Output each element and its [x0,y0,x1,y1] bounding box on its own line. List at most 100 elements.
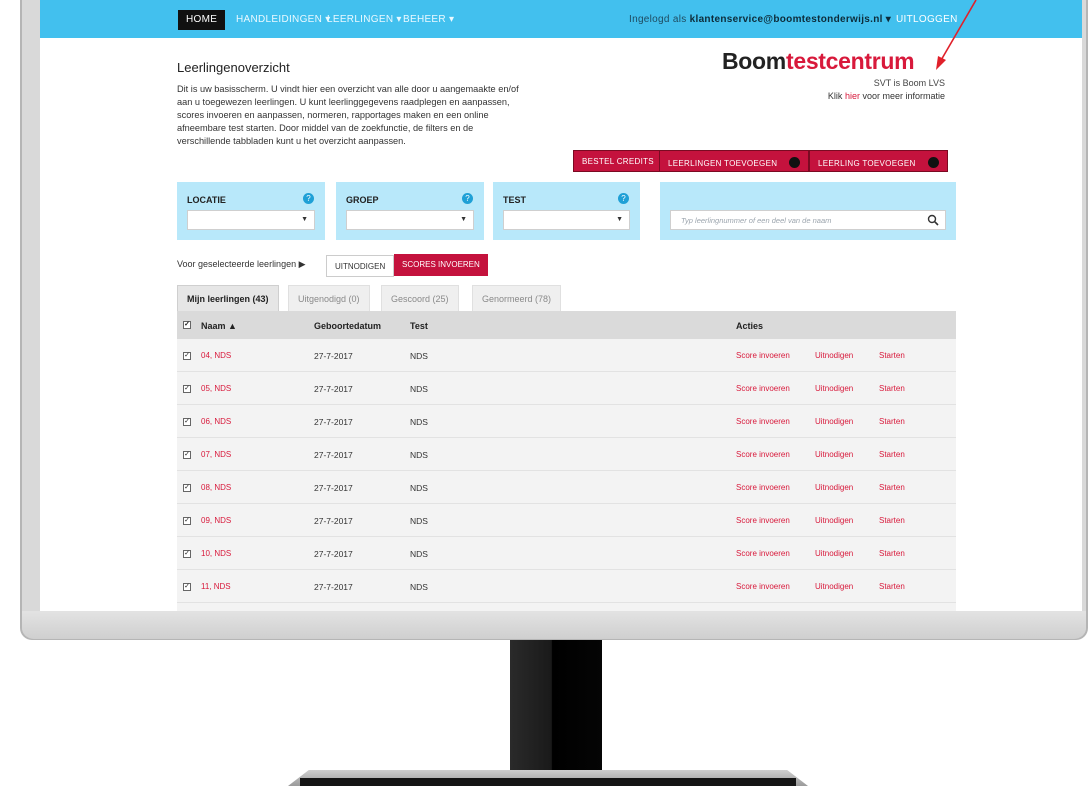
filter-locatie-label: LOCATIE [187,195,226,205]
table-row: ✓ 08, NDS 27-7-2017 NDS Score invoeren U… [177,471,956,504]
table-row: ✓ 06, NDS 27-7-2017 NDS Score invoeren U… [177,405,956,438]
starten-link[interactable]: Starten [879,450,905,459]
starten-link[interactable]: Starten [879,384,905,393]
row-checkbox[interactable]: ✓ [183,484,191,492]
student-name-link[interactable]: 07, NDS [201,450,231,459]
nav-handleidingen[interactable]: HANDLEIDINGEN ▾ [236,14,331,25]
table-row: ✓ 07, NDS 27-7-2017 NDS Score invoeren U… [177,438,956,471]
student-name-link[interactable]: 04, NDS [201,351,231,360]
student-name-link[interactable]: 09, NDS [201,516,231,525]
filter-groep: GROEP ? ▼ [336,182,484,240]
filter-test-label: TEST [503,195,527,205]
uitnodigen-button[interactable]: UITNODIGEN [326,255,395,277]
row-checkbox[interactable]: ✓ [183,583,191,591]
score-invoeren-link[interactable]: Score invoeren [736,417,790,426]
student-name-link[interactable]: 10, NDS [201,549,231,558]
tab-genormeerd[interactable]: Genormeerd (78) [472,285,562,311]
test-name: NDS [410,417,428,427]
nav-beheer[interactable]: BEHEER ▾ [403,14,454,25]
student-name-link[interactable]: 06, NDS [201,417,231,426]
search-panel: Typ leerlingnummer of een deel van de na… [660,182,956,240]
score-invoeren-link[interactable]: Score invoeren [736,483,790,492]
birth-date: 27-7-2017 [314,549,353,559]
student-name-link[interactable]: 08, NDS [201,483,231,492]
uitnodigen-link[interactable]: Uitnodigen [815,351,853,360]
locatie-select[interactable]: ▼ [187,210,315,230]
birth-date: 27-7-2017 [314,351,353,361]
leerlingen-toevoegen-button[interactable]: LEERLINGEN TOEVOEGEN [659,150,810,172]
birth-date: 27-7-2017 [314,384,353,394]
logo-red: testcentrum [785,48,915,74]
uitnodigen-link[interactable]: Uitnodigen [815,516,853,525]
col-name-header[interactable]: Naam ▲ [201,321,237,331]
test-name: NDS [410,549,428,559]
row-checkbox[interactable]: ✓ [183,352,191,360]
tab-gescoord[interactable]: Gescoord (25) [381,285,459,311]
row-checkbox[interactable]: ✓ [183,418,191,426]
uitnodigen-link[interactable]: Uitnodigen [815,549,853,558]
starten-link[interactable]: Starten [879,549,905,558]
row-checkbox[interactable]: ✓ [183,550,191,558]
uitnodigen-link[interactable]: Uitnodigen [815,417,853,426]
score-invoeren-link[interactable]: Score invoeren [736,549,790,558]
brand-logo: Boomtestcentrum [722,48,915,75]
table-row: ✓ 09, NDS 27-7-2017 NDS Score invoeren U… [177,504,956,537]
nav-user-prefix: Ingelogd als [629,14,687,25]
uitnodigen-link[interactable]: Uitnodigen [815,483,853,492]
row-checkbox[interactable]: ✓ [183,451,191,459]
screen: HOME HANDLEIDINGEN ▾ LEERLINGEN ▾ BEHEER… [40,0,1082,611]
starten-link[interactable]: Starten [879,516,905,525]
nav-logout[interactable]: UITLOGGEN [896,14,958,25]
tab-mijn-leerlingen[interactable]: Mijn leerlingen (43) [177,285,279,311]
select-all-checkbox[interactable]: ✓ [183,321,191,329]
caret-down-icon: ▼ [301,216,308,223]
filter-locatie: LOCATIE ? ▼ [177,182,325,240]
col-date-header: Geboortedatum [314,321,382,331]
uitnodigen-link[interactable]: Uitnodigen [815,384,853,393]
info-link-here[interactable]: hier [845,91,860,101]
bestel-credits-button[interactable]: BESTEL CREDITS [573,150,663,172]
score-invoeren-link[interactable]: Score invoeren [736,450,790,459]
nav-home[interactable]: HOME [178,10,226,30]
birth-date: 27-7-2017 [314,582,353,592]
test-select[interactable]: ▼ [503,210,630,230]
starten-link[interactable]: Starten [879,351,905,360]
row-checkbox[interactable]: ✓ [183,385,191,393]
student-name-link[interactable]: 11, NDS [201,582,231,591]
nav-user-menu[interactable]: Ingelogd als klantenservice@boomtestonde… [629,14,891,25]
col-actions-header: Acties [736,321,764,331]
help-icon[interactable]: ? [462,193,473,204]
selection-label: Voor geselecteerde leerlingen ▶ [177,259,306,269]
nav-leerlingen[interactable]: LEERLINGEN ▾ [327,14,402,25]
search-input[interactable]: Typ leerlingnummer of een deel van de na… [670,210,946,230]
test-name: NDS [410,516,428,526]
info-link-post: voor meer informatie [862,91,945,101]
starten-link[interactable]: Starten [879,417,905,426]
score-invoeren-link[interactable]: Score invoeren [736,384,790,393]
starten-link[interactable]: Starten [879,582,905,591]
uitnodigen-link[interactable]: Uitnodigen [815,582,853,591]
leerlingen-toevoegen-label: LEERLINGEN TOEVOEGEN [668,159,778,168]
monitor-bezel [22,611,1086,639]
help-icon[interactable]: ? [618,193,629,204]
leerling-toevoegen-button[interactable]: LEERLING TOEVOEGEN [809,150,948,172]
test-name: NDS [410,582,428,592]
search-placeholder: Typ leerlingnummer of een deel van de na… [681,216,832,225]
student-name-link[interactable]: 05, NDS [201,384,231,393]
score-invoeren-link[interactable]: Score invoeren [736,516,790,525]
score-invoeren-link[interactable]: Score invoeren [736,351,790,360]
test-name: NDS [410,483,428,493]
tab-uitgenodigd[interactable]: Uitgenodigd (0) [288,285,370,311]
scores-invoeren-button[interactable]: SCORES INVOEREN [394,254,488,276]
help-icon[interactable]: ? [303,193,314,204]
search-icon[interactable] [927,214,939,226]
caret-down-icon: ▼ [616,216,623,223]
score-invoeren-link[interactable]: Score invoeren [736,582,790,591]
starten-link[interactable]: Starten [879,483,905,492]
row-checkbox[interactable]: ✓ [183,517,191,525]
uitnodigen-link[interactable]: Uitnodigen [815,450,853,459]
filter-groep-label: GROEP [346,195,379,205]
table-row: ✓ 04, NDS 27-7-2017 NDS Score invoeren U… [177,339,956,372]
nav-user-email[interactable]: klantenservice@boomtestonderwijs.nl ▾ [690,14,891,25]
groep-select[interactable]: ▼ [346,210,474,230]
